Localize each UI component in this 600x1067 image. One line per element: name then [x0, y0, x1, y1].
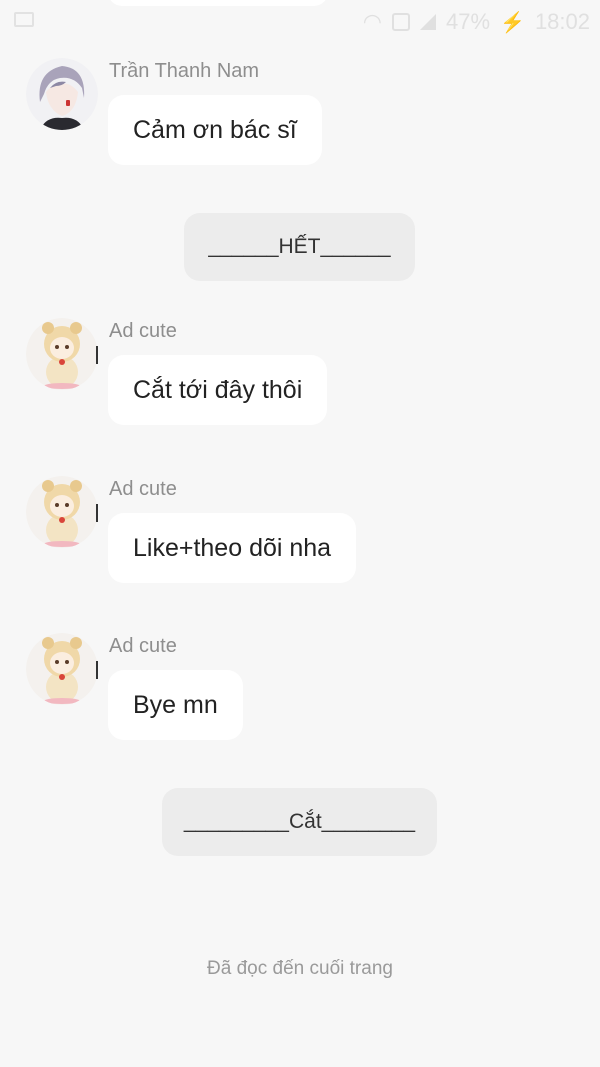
status-right: ◠ 47% ⚡ 18:02 — [363, 8, 590, 36]
avatar[interactable] — [26, 58, 98, 130]
avatar[interactable] — [26, 633, 98, 705]
previous-message-bubble — [108, 0, 328, 6]
sender-name: Ad cute — [109, 320, 177, 342]
clock: 18:02 — [534, 9, 590, 34]
battery-percent: 47% — [445, 9, 491, 34]
read-marker — [96, 504, 98, 522]
message-bubble[interactable]: Cảm ơn bác sĩ — [108, 95, 322, 165]
read-marker — [96, 346, 98, 364]
avatar[interactable] — [26, 318, 98, 390]
read-to-end-label: Đã đọc đến cuối trang — [207, 958, 393, 979]
read-marker — [96, 661, 98, 679]
wifi-icon: ◠ — [362, 9, 382, 34]
signal-icon — [419, 14, 436, 30]
sender-name: Trần Thanh Nam — [109, 60, 260, 82]
sender-name: Ad cute — [109, 478, 177, 500]
sim-icon — [391, 13, 410, 31]
message-bubble[interactable]: Cắt tới đây thôi — [108, 355, 328, 425]
message-bubble[interactable]: Bye mn — [108, 670, 243, 740]
status-bar: ◠ 47% ⚡ 18:02 — [0, 0, 600, 44]
message-bubble[interactable]: Like+theo dõi nha — [108, 513, 357, 583]
end-divider: ______HẾT______ — [184, 213, 415, 281]
cut-divider: _________Cắt________ — [162, 788, 437, 856]
sender-name: Ad cute — [109, 635, 177, 657]
charging-icon: ⚡ — [500, 11, 525, 34]
gallery-icon — [14, 12, 34, 27]
avatar[interactable] — [26, 476, 98, 548]
